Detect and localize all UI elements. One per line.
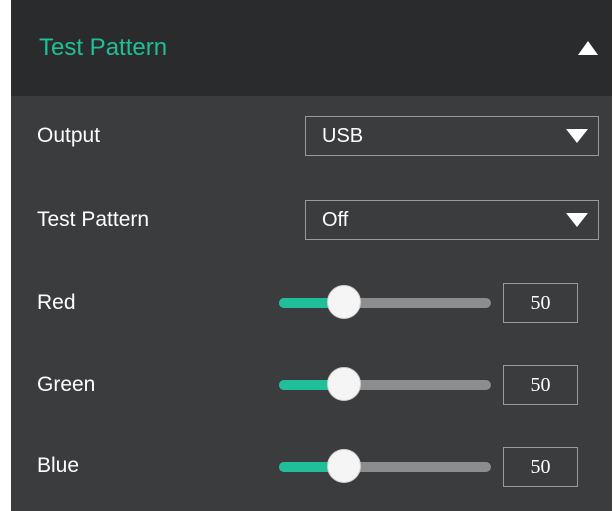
blue-label: Blue	[37, 454, 80, 477]
test-pattern-label: Test Pattern	[37, 208, 150, 231]
green-value-input[interactable]: 50	[503, 365, 578, 405]
output-select-value: USB	[322, 125, 364, 147]
blue-value-input[interactable]: 50	[503, 447, 578, 487]
red-slider[interactable]	[279, 283, 491, 323]
slider-thumb[interactable]	[327, 285, 361, 319]
triangle-up-icon[interactable]	[578, 40, 598, 56]
test-pattern-select[interactable]: Off	[305, 200, 599, 240]
slider-thumb[interactable]	[327, 367, 361, 401]
test-pattern-select-value: Off	[322, 209, 349, 231]
triangle-down-icon	[566, 213, 588, 227]
triangle-down-icon	[566, 129, 588, 143]
output-select[interactable]: USB	[305, 116, 599, 156]
panel-header[interactable]: Test Pattern	[11, 0, 612, 96]
green-slider[interactable]	[279, 365, 491, 405]
test-pattern-panel: Test Pattern Output USB Test Pattern Off…	[11, 0, 612, 511]
slider-thumb[interactable]	[327, 449, 361, 483]
panel-title: Test Pattern	[39, 34, 168, 61]
red-label: Red	[37, 291, 76, 314]
blue-slider[interactable]	[279, 447, 491, 487]
red-value-input[interactable]: 50	[503, 283, 578, 323]
output-label: Output	[37, 124, 101, 147]
green-label: Green	[37, 373, 96, 396]
